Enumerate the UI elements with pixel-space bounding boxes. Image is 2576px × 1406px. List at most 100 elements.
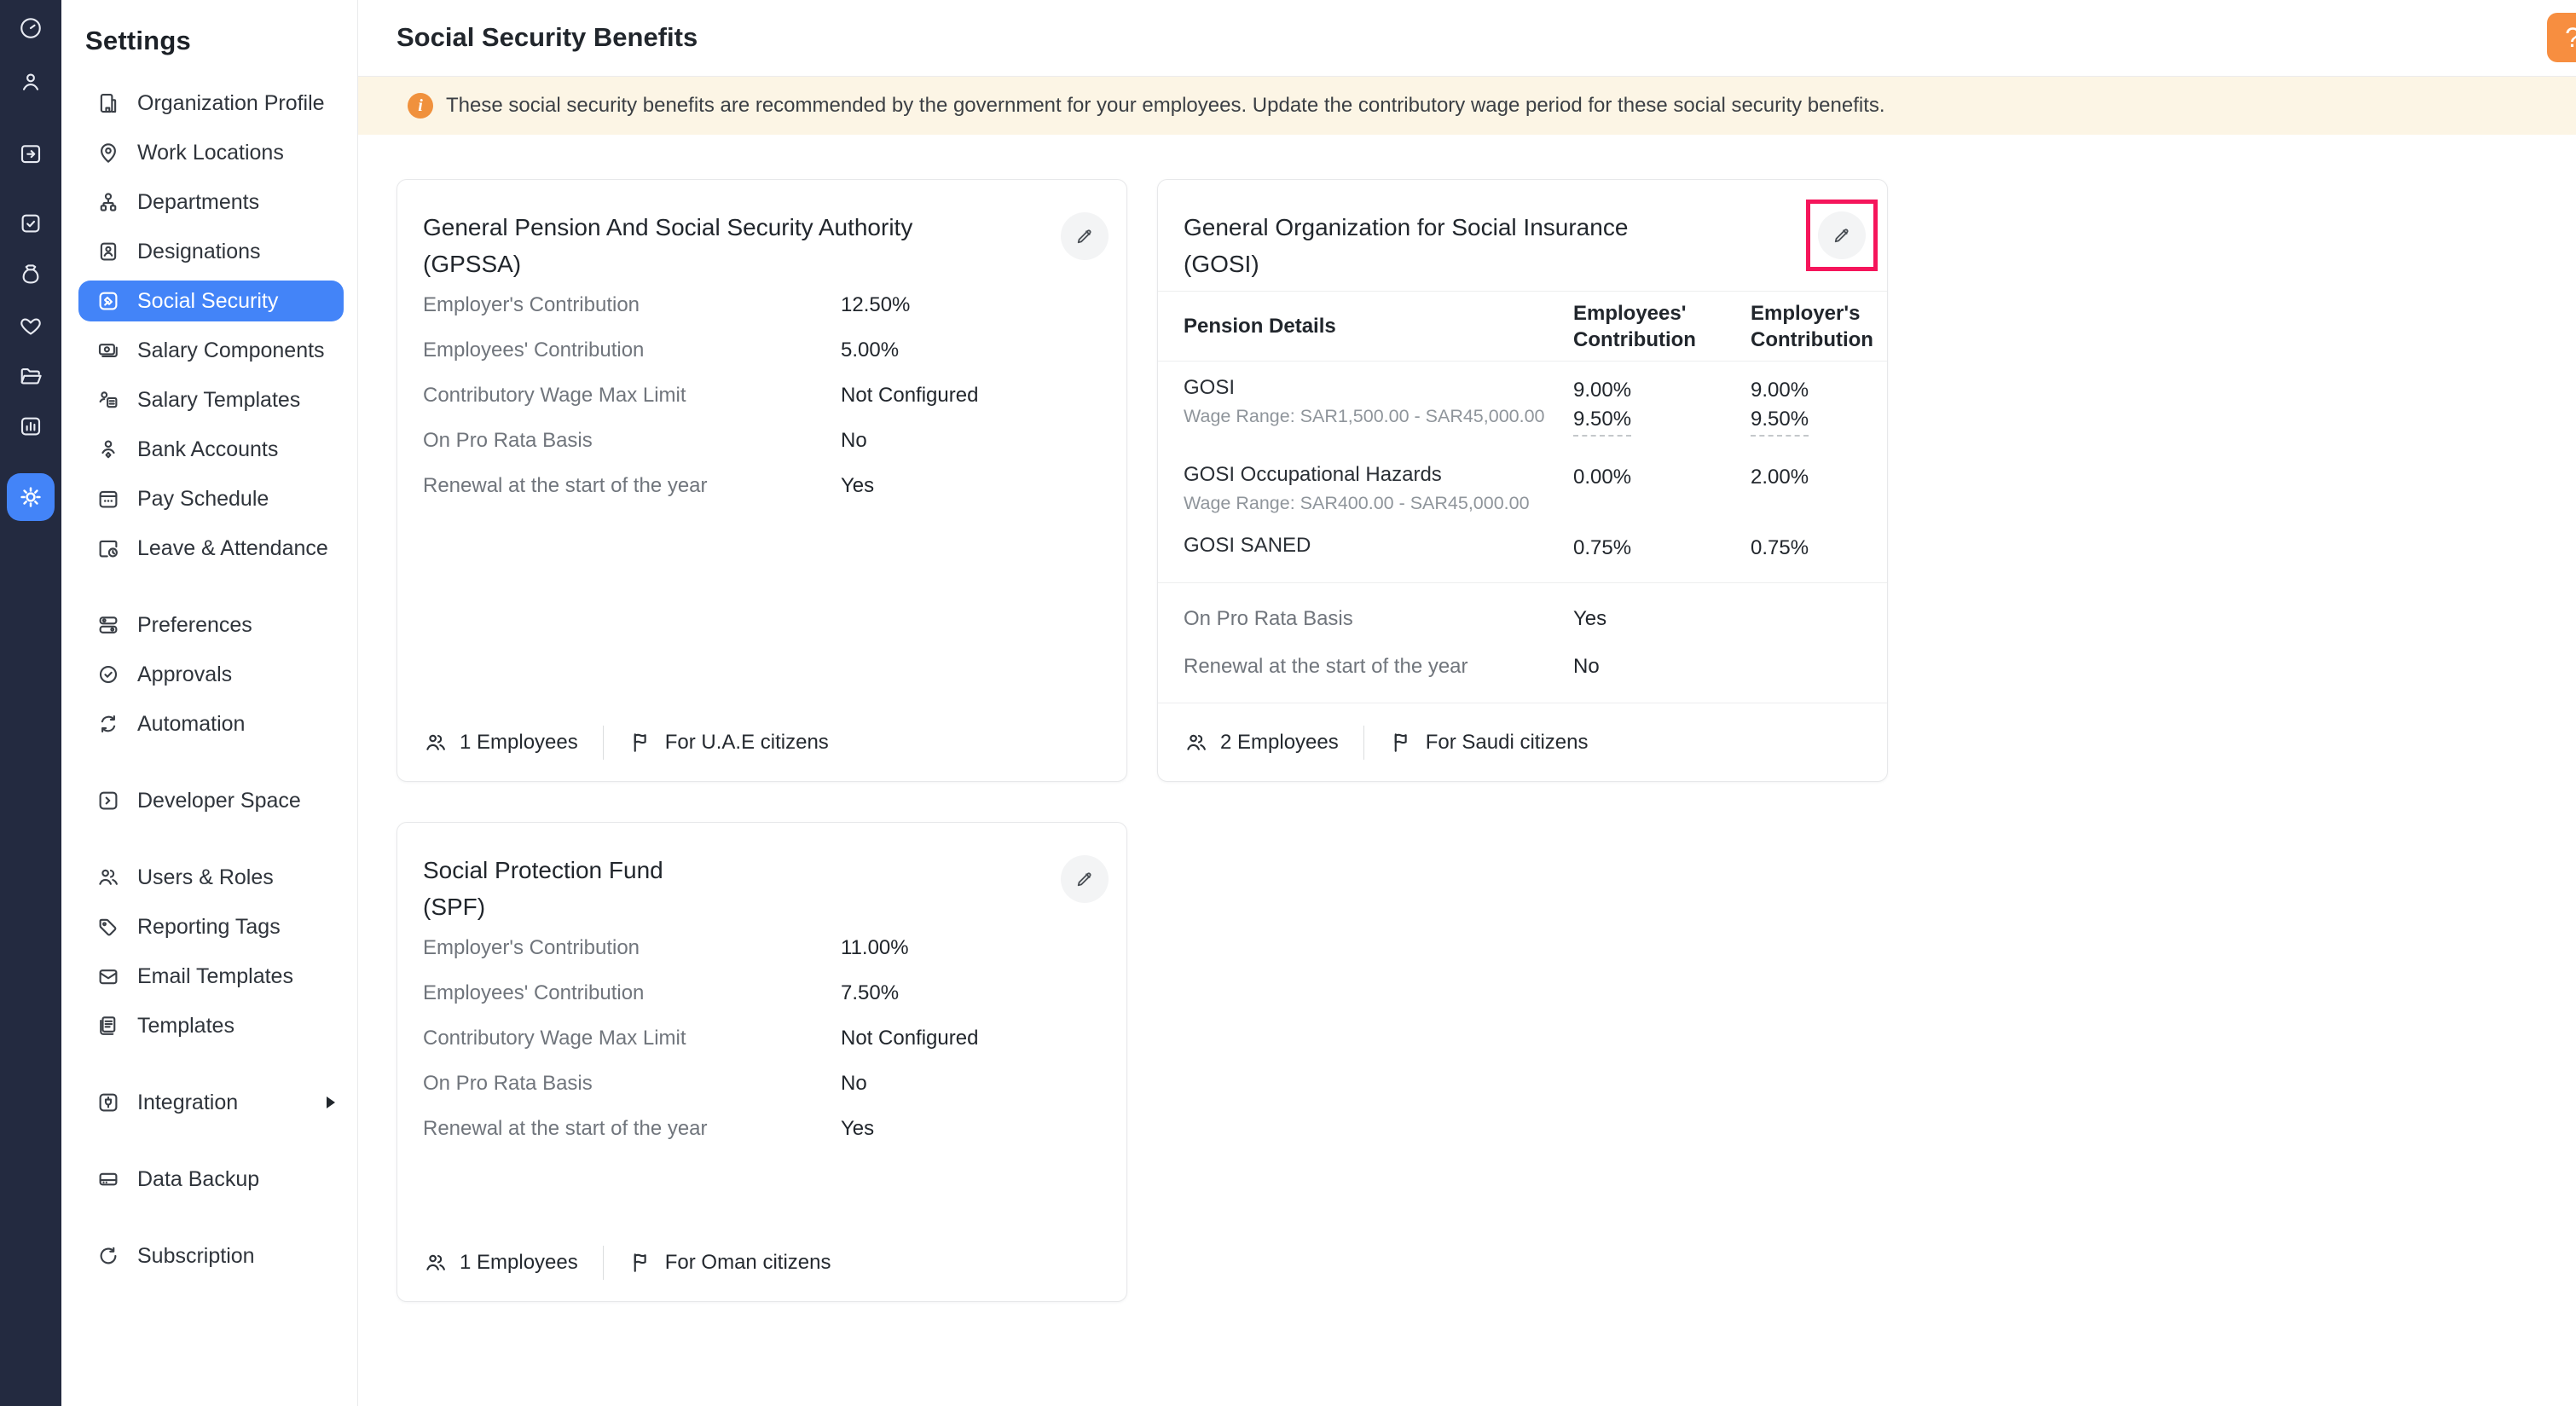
divider — [1363, 726, 1364, 760]
employees-count: 1 Employees — [460, 1251, 578, 1275]
documents-stack-icon — [96, 1013, 121, 1039]
approvals-check-icon[interactable] — [16, 209, 45, 238]
sidebar-item-salary-templates[interactable]: Salary Templates — [61, 375, 357, 425]
cash-icon — [96, 338, 121, 363]
sidebar-item-data-backup[interactable]: Data Backup — [61, 1154, 357, 1204]
column-header: Pension Details — [1184, 315, 1573, 338]
table-row: Employer's Contribution12.50% — [423, 282, 1101, 327]
tag-icon — [96, 914, 121, 940]
sidebar-item-label: Leave & Attendance — [137, 536, 328, 561]
gavel-icon — [96, 288, 121, 314]
employees-count-icon — [423, 1250, 449, 1276]
sidebar-item-approvals[interactable]: Approvals — [61, 650, 357, 699]
sidebar-item-users-roles[interactable]: Users & Roles — [61, 853, 357, 902]
calendar-clock-icon — [96, 535, 121, 561]
flag-icon — [628, 730, 654, 755]
sidebar-item-label: Work Locations — [137, 141, 284, 165]
citizens-label: For Oman citizens — [665, 1251, 831, 1275]
sidebar-item-developer-space[interactable]: Developer Space — [61, 776, 357, 825]
sidebar-item-preferences[interactable]: Preferences — [61, 600, 357, 650]
table-row: Employees' Contribution7.50% — [423, 970, 1101, 1015]
table-row: Contributory Wage Max LimitNot Configure… — [423, 373, 1101, 418]
seal-check-icon — [96, 662, 121, 687]
pencil-icon — [1831, 224, 1853, 246]
sidebar-item-email-templates[interactable]: Email Templates — [61, 952, 357, 1001]
main-content: Social Security Benefits ? i These socia… — [358, 0, 2576, 1406]
settings-gear-icon[interactable] — [7, 473, 55, 521]
sidebar-item-label: Preferences — [137, 613, 252, 638]
map-pin-icon — [96, 140, 121, 165]
column-header: Employer's Contribution — [1751, 300, 1873, 353]
settings-sidebar: Settings Organization Profile Work Locat… — [61, 0, 358, 1406]
sidebar-item-label: Organization Profile — [137, 91, 325, 116]
sidebar-item-templates[interactable]: Templates — [61, 1001, 357, 1050]
person-tie-icon — [96, 437, 121, 462]
table-row: Renewal at the start of the year No — [1158, 643, 1887, 691]
sidebar-item-label: Salary Templates — [137, 388, 300, 413]
gosi-card-footer: 2 Employees For Saudi citizens — [1158, 703, 1887, 781]
dashboard-clock-icon[interactable] — [16, 14, 45, 43]
sidebar-item-label: Users & Roles — [137, 865, 274, 890]
sidebar-item-leave-attendance[interactable]: Leave & Attendance — [61, 524, 357, 573]
pension-table-header: Pension Details Employees' Contribution … — [1158, 292, 1887, 362]
gosi-card-title: General Organization for Social Insuranc… — [1184, 209, 1746, 282]
info-banner: i These social security benefits are rec… — [358, 77, 2576, 135]
spf-edit-button[interactable] — [1061, 855, 1109, 903]
info-banner-text: These social security benefits are recom… — [446, 94, 1885, 118]
sidebar-item-designations[interactable]: Designations — [61, 227, 357, 276]
gpssa-edit-button[interactable] — [1061, 212, 1109, 260]
sidebar-item-label: Bank Accounts — [137, 437, 278, 462]
pay-runs-calendar-icon[interactable] — [16, 139, 45, 168]
sidebar-item-label: Reporting Tags — [137, 915, 281, 940]
sidebar-item-subscription[interactable]: Subscription — [61, 1231, 357, 1281]
divider — [603, 1246, 604, 1280]
plug-icon — [96, 1090, 121, 1115]
sidebar-item-work-locations[interactable]: Work Locations — [61, 128, 357, 177]
sidebar-item-integration[interactable]: Integration — [61, 1078, 357, 1127]
documents-folder-icon[interactable] — [16, 362, 45, 391]
table-row: GOSI SANED 0.75% 0.75% — [1158, 524, 1887, 582]
sidebar-item-automation[interactable]: Automation — [61, 699, 357, 749]
citizens-label: For U.A.E citizens — [665, 731, 829, 755]
spf-card-title: Social Protection Fund (SPF) — [423, 852, 986, 925]
sidebar-item-label: Salary Components — [137, 338, 325, 363]
sidebar-item-organization-profile[interactable]: Organization Profile — [61, 78, 357, 128]
divider — [603, 726, 604, 760]
calendar-dots-icon — [96, 486, 121, 512]
building-icon — [96, 90, 121, 116]
sidebar-item-departments[interactable]: Departments — [61, 177, 357, 227]
sidebar-item-social-security[interactable]: Social Security — [78, 281, 344, 321]
sidebar-item-label: Departments — [137, 190, 259, 215]
spf-card-footer: 1 Employees For Oman citizens — [423, 1224, 1101, 1301]
employees-icon[interactable] — [16, 67, 45, 96]
refresh-icon — [96, 1243, 121, 1269]
sidebar-item-reporting-tags[interactable]: Reporting Tags — [61, 902, 357, 952]
help-button[interactable]: ? — [2547, 13, 2576, 62]
flag-icon — [628, 1250, 654, 1276]
sidebar-item-bank-accounts[interactable]: Bank Accounts — [61, 425, 357, 474]
sidebar-item-salary-components[interactable]: Salary Components — [61, 326, 357, 375]
loans-money-bag-icon[interactable] — [16, 260, 45, 289]
benefits-heart-icon[interactable] — [16, 311, 45, 340]
app-icon-rail — [0, 0, 61, 1406]
reports-chart-icon[interactable] — [16, 412, 45, 441]
drive-icon — [96, 1166, 121, 1192]
sidebar-item-pay-schedule[interactable]: Pay Schedule — [61, 474, 357, 524]
employees-count: 1 Employees — [460, 731, 578, 755]
code-box-icon — [96, 788, 121, 813]
employees-count-icon — [1184, 730, 1209, 755]
sidebar-item-label: Integration — [137, 1091, 238, 1115]
gosi-edit-button[interactable] — [1818, 211, 1866, 259]
id-badge-icon — [96, 239, 121, 264]
sidebar-item-label: Automation — [137, 712, 245, 737]
sidebar-item-label: Developer Space — [137, 789, 301, 813]
table-row: GOSI Wage Range: SAR1,500.00 - SAR45,000… — [1158, 362, 1887, 451]
chevron-right-icon — [327, 1096, 335, 1108]
gpssa-card: General Pension And Social Security Auth… — [397, 179, 1127, 782]
flag-icon — [1389, 730, 1415, 755]
table-row: GOSI Occupational Hazards Wage Range: SA… — [1158, 451, 1887, 524]
sidebar-item-label: Approvals — [137, 662, 232, 687]
gpssa-card-footer: 1 Employees For U.A.E citizens — [423, 704, 1101, 781]
sidebar-item-label: Pay Schedule — [137, 487, 269, 512]
employees-count-icon — [423, 730, 449, 755]
